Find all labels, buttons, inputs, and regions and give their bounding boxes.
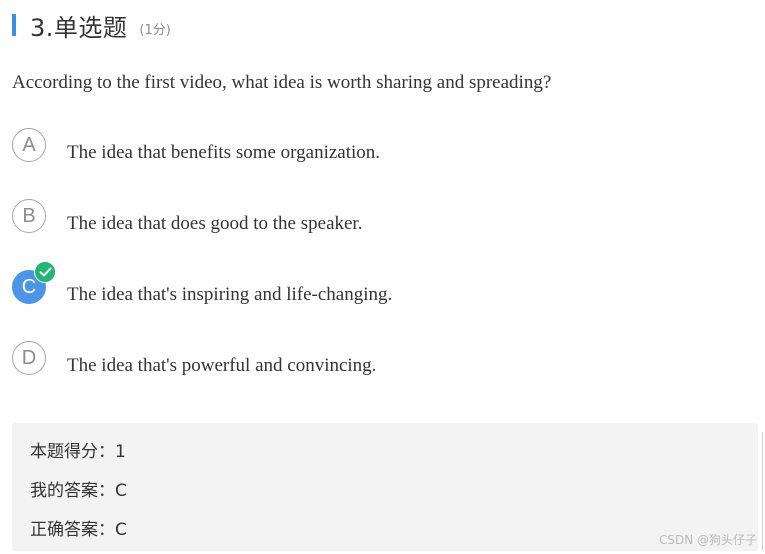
option-a[interactable]: A The idea that benefits some organizati… bbox=[12, 128, 572, 168]
question-score: (1分) bbox=[139, 22, 171, 38]
option-d-circle[interactable]: D bbox=[12, 341, 46, 375]
correct-answer-row: 正确答案：C bbox=[30, 515, 127, 540]
correct-answer-value: C bbox=[115, 520, 127, 540]
option-c[interactable]: C The idea that's inspiring and life-cha… bbox=[12, 261, 572, 310]
option-c-text: The idea that's inspiring and life-chang… bbox=[67, 284, 393, 305]
score-label: 本题得分： bbox=[30, 442, 115, 462]
checkmark-icon bbox=[39, 267, 51, 277]
score-value: 1 bbox=[115, 442, 126, 462]
watermark: CSDN @狗头仔子 bbox=[658, 533, 757, 547]
my-answer-row: 我的答案：C bbox=[30, 476, 127, 501]
question-header: 3.单选题 (1分) bbox=[12, 10, 171, 42]
option-b-circle[interactable]: B bbox=[12, 199, 46, 233]
score-row: 本题得分：1 bbox=[30, 437, 126, 462]
header-accent-bar bbox=[12, 14, 16, 36]
question-text: According to the first video, what idea … bbox=[12, 72, 552, 93]
correct-check-icon bbox=[34, 261, 56, 283]
option-a-text: The idea that benefits some organization… bbox=[67, 142, 381, 163]
my-answer-value: C bbox=[115, 481, 127, 501]
correct-answer-label: 正确答案： bbox=[30, 520, 115, 540]
option-d[interactable]: D The idea that's powerful and convincin… bbox=[12, 341, 572, 381]
option-d-text: The idea that's powerful and convincing. bbox=[67, 355, 377, 376]
option-b[interactable]: B The idea that does good to the speaker… bbox=[12, 199, 572, 239]
scrollbar-edge bbox=[762, 432, 763, 550]
option-a-circle[interactable]: A bbox=[12, 128, 46, 162]
option-b-text: The idea that does good to the speaker. bbox=[67, 213, 363, 234]
my-answer-label: 我的答案： bbox=[30, 481, 115, 501]
question-title: 3.单选题 bbox=[30, 13, 128, 42]
result-panel: 本题得分：1 我的答案：C 正确答案：C bbox=[12, 423, 758, 551]
